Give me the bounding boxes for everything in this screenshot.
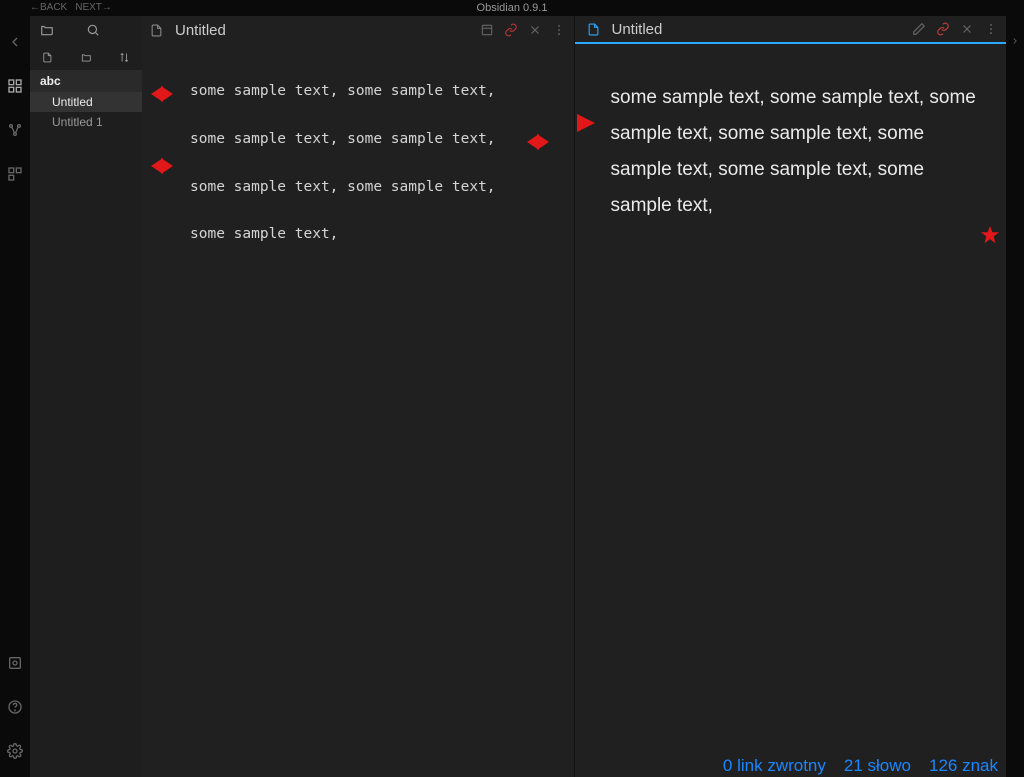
workspace: Untitled some sample text, some (142, 16, 1006, 777)
nav-back[interactable]: ←BACK (30, 2, 67, 13)
link-pane-icon[interactable] (504, 23, 518, 37)
graph-icon[interactable] (7, 122, 23, 138)
search-tab-icon[interactable] (86, 23, 100, 37)
annotation-star (979, 224, 1001, 246)
editor-body[interactable]: some sample text, some sample text, some… (142, 44, 574, 777)
quick-switcher-icon[interactable] (7, 78, 23, 94)
new-note-icon[interactable] (42, 51, 53, 64)
close-pane-icon[interactable] (528, 23, 542, 37)
app-title: Obsidian 0.9.1 (477, 2, 548, 14)
status-bar: 0 link zwrotny 21 słowo 126 znak (723, 755, 998, 777)
edit-mode-icon[interactable] (912, 22, 926, 36)
document-icon (150, 24, 163, 37)
editor-line[interactable]: some sample text, some sample text, (190, 80, 564, 104)
status-backlinks[interactable]: 0 link zwrotny (723, 756, 826, 776)
new-folder-icon[interactable] (81, 51, 92, 64)
help-icon[interactable] (7, 699, 23, 715)
sort-icon[interactable] (119, 51, 130, 64)
files-tab-icon[interactable] (40, 23, 54, 37)
file-explorer: abc Untitled Untitled 1 (30, 16, 142, 777)
settings-icon[interactable] (7, 743, 23, 759)
right-ribbon (1006, 16, 1024, 777)
preview-mode-icon[interactable] (480, 23, 494, 37)
status-chars: 126 znak (929, 756, 998, 776)
editor-header: Untitled (142, 16, 574, 44)
file-item[interactable]: Untitled 1 (30, 112, 142, 132)
preview-pane: Untitled some sample text, some (574, 16, 1007, 777)
close-pane-icon[interactable] (960, 22, 974, 36)
preview-title: Untitled (606, 21, 903, 38)
link-pane-icon[interactable] (936, 22, 950, 36)
more-options-icon[interactable] (552, 23, 566, 37)
command-palette-icon[interactable] (7, 166, 23, 182)
editor-pane: Untitled some sample text, some (142, 16, 574, 777)
status-words: 21 słowo (844, 756, 911, 776)
title-bar: ←BACK NEXT→ Obsidian 0.9.1 (0, 0, 1024, 16)
preview-text: some sample text, some sample text, some… (575, 44, 1007, 234)
annotation-arrow (577, 114, 595, 132)
editor-line[interactable]: some sample text, some sample text, (190, 176, 564, 200)
left-ribbon (0, 16, 30, 777)
preview-body[interactable]: some sample text, some sample text, some… (575, 44, 1007, 777)
document-icon (587, 23, 600, 36)
editor-line[interactable]: some sample text, (190, 223, 564, 247)
preview-header: Untitled (575, 16, 1007, 44)
chevron-left-icon[interactable] (7, 34, 23, 50)
vault-name[interactable]: abc (30, 70, 142, 92)
file-item[interactable]: Untitled (30, 92, 142, 112)
nav-next[interactable]: NEXT→ (75, 2, 112, 13)
vault-icon[interactable] (7, 655, 23, 671)
editor-title: Untitled (169, 22, 470, 39)
more-options-icon[interactable] (984, 22, 998, 36)
editor-line[interactable]: some sample text, some sample text, (190, 128, 564, 152)
chevron-right-icon[interactable] (1010, 36, 1020, 46)
